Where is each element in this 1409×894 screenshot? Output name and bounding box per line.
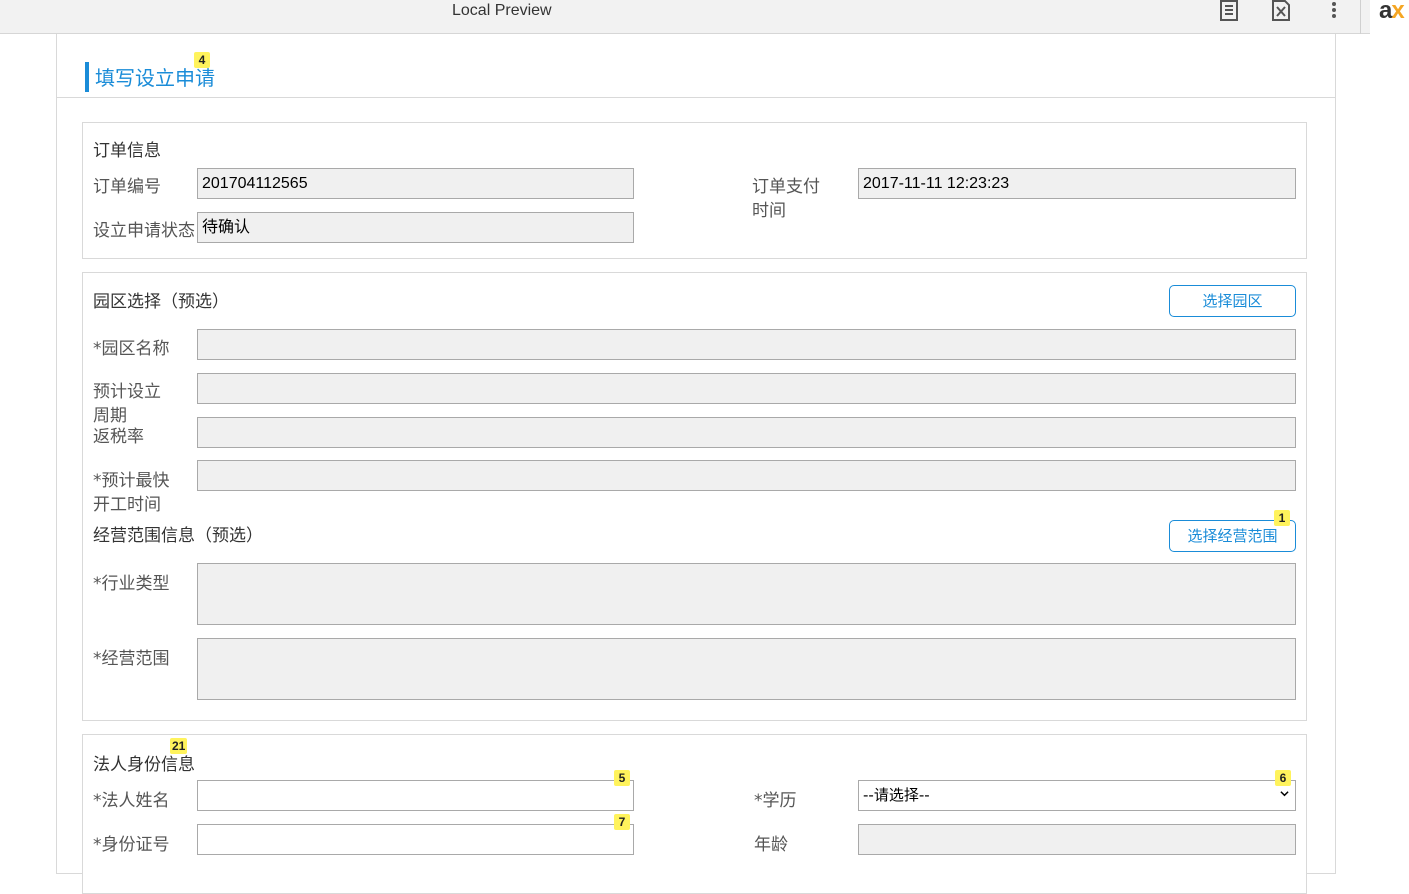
park-name-field bbox=[197, 329, 1296, 360]
page-title-badge: 4 bbox=[194, 52, 210, 68]
close-page-icon[interactable] bbox=[1269, 0, 1293, 24]
title-accent-bar bbox=[85, 62, 89, 92]
pay-time-label: 订单支付时间 bbox=[752, 177, 820, 221]
business-scope-label: *经营范围 bbox=[93, 649, 170, 669]
id-number-label: *身份证号 bbox=[93, 835, 170, 855]
order-no-field: 201704112565 bbox=[197, 168, 634, 199]
business-button-badge: 1 bbox=[1274, 510, 1290, 526]
earliest-start-field bbox=[197, 460, 1296, 491]
age-field bbox=[858, 824, 1296, 855]
order-info-section: 订单信息 订单编号 201704112565 订单支付时间 2017-11-11… bbox=[82, 122, 1307, 259]
legal-name-input[interactable] bbox=[197, 780, 634, 811]
education-badge: 6 bbox=[1275, 770, 1291, 786]
setup-period-label: 预计设立周期 bbox=[93, 382, 161, 426]
page-header: 填写设立申请 bbox=[57, 34, 1335, 98]
application-page: 填写设立申请 4 订单信息 订单编号 201704112565 订单支付时间 2… bbox=[56, 34, 1336, 894]
business-scope-title: 经营范围信息（预选） bbox=[93, 526, 263, 546]
chevron-down-icon bbox=[1280, 791, 1289, 797]
status-field: 待确认 bbox=[197, 212, 634, 243]
legal-name-label: *法人姓名 bbox=[93, 791, 170, 811]
select-park-button[interactable]: 选择园区 bbox=[1169, 285, 1296, 317]
earliest-start-label: *预计最快开工时间 bbox=[93, 471, 170, 515]
park-section: 园区选择（预选） 选择园区 *园区名称 预计设立周期 返税率 *预计最快开工时间… bbox=[82, 272, 1307, 721]
more-vert-icon[interactable] bbox=[1322, 0, 1346, 24]
education-select[interactable]: --请选择-- bbox=[858, 780, 1296, 811]
toolbar-divider bbox=[1360, 0, 1361, 34]
rebate-field bbox=[197, 417, 1296, 448]
industry-type-label: *行业类型 bbox=[93, 574, 170, 594]
status-label: 设立申请状态 bbox=[93, 221, 195, 241]
legal-name-badge: 5 bbox=[614, 770, 630, 786]
setup-period-field bbox=[197, 373, 1296, 404]
id-number-input[interactable] bbox=[197, 824, 634, 855]
preview-toolbar: Local Preview ax bbox=[0, 0, 1409, 34]
id-number-badge: 7 bbox=[614, 814, 630, 830]
business-scope-field bbox=[197, 638, 1296, 700]
park-section-title: 园区选择（预选） bbox=[93, 292, 229, 312]
industry-type-field bbox=[197, 563, 1296, 625]
legal-title-badge: 21 bbox=[170, 738, 188, 754]
park-name-label: *园区名称 bbox=[93, 339, 170, 359]
rebate-label: 返税率 bbox=[93, 427, 144, 447]
education-label: *学历 bbox=[754, 791, 797, 811]
order-info-title: 订单信息 bbox=[93, 141, 161, 161]
preview-title: Local Preview bbox=[452, 2, 552, 19]
brand-prefix: a bbox=[1379, 0, 1392, 24]
legal-person-section: 法人身份信息 *法人姓名 *学历 --请选择-- *身份证号 年龄 bbox=[82, 734, 1307, 894]
order-no-label: 订单编号 bbox=[93, 177, 161, 197]
education-select-value: --请选择-- bbox=[863, 786, 930, 804]
brand-logo[interactable]: ax bbox=[1370, 0, 1409, 34]
pay-time-field: 2017-11-11 12:23:23 bbox=[858, 168, 1296, 199]
document-icon[interactable] bbox=[1217, 0, 1241, 24]
age-label: 年龄 bbox=[754, 835, 788, 855]
brand-suffix: x bbox=[1391, 0, 1404, 24]
